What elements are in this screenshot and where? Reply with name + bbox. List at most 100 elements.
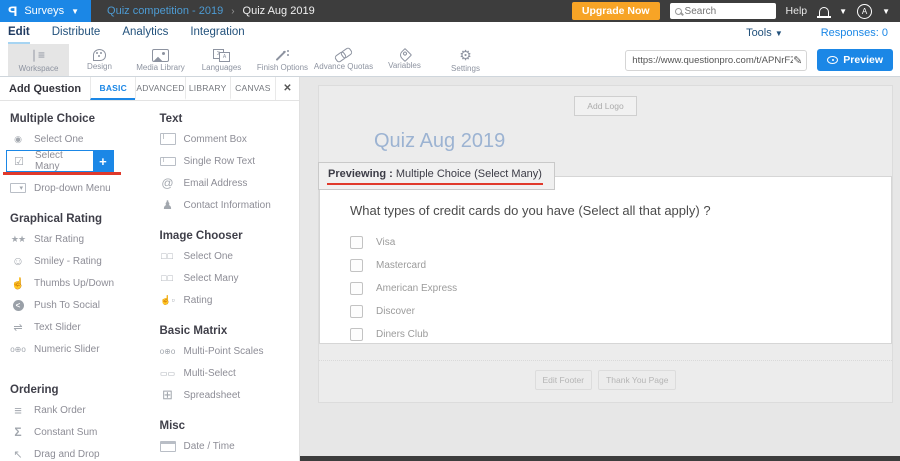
palette-icon: [93, 49, 106, 61]
responses-count[interactable]: Responses: 0: [821, 27, 888, 39]
help-link[interactable]: Help: [786, 5, 808, 17]
person-icon: [160, 198, 176, 212]
answer-option-row: Mastercard: [350, 254, 871, 277]
upgrade-now-button[interactable]: Upgrade Now: [572, 2, 660, 20]
option-label: Diners Club: [376, 329, 428, 340]
links-icon: [335, 49, 352, 61]
panel-tab[interactable]: LIBRARY: [185, 77, 230, 100]
menu-item[interactable]: Edit: [8, 22, 30, 44]
toolbar-item[interactable]: Media Library: [130, 44, 191, 76]
edit-url-pencil-icon[interactable]: ✎: [793, 54, 802, 67]
singlerow-icon: [160, 157, 176, 166]
user-avatar[interactable]: A: [857, 4, 872, 19]
dropdown-icon: [10, 183, 26, 193]
preview-frame-bottom-bar: [300, 456, 900, 461]
preview-button[interactable]: Preview: [817, 49, 893, 71]
workspace-icon: [31, 48, 46, 63]
toolbar-item[interactable]: Workspace: [8, 44, 69, 76]
question-type-item[interactable]: Push To Social: [0, 294, 150, 316]
toolbar-item[interactable]: Finish Options: [252, 44, 313, 76]
search-icon: [675, 8, 682, 15]
panel-tab[interactable]: ADVANCED: [135, 77, 184, 100]
question-type-item[interactable]: Multi-Select: [150, 362, 300, 384]
toolbar-items: Workspace Design Media Library Languages…: [8, 44, 496, 76]
menu-item[interactable]: Distribute: [52, 22, 101, 44]
tools-dropdown[interactable]: Tools ▼: [746, 27, 783, 39]
calendar-icon: [160, 441, 176, 452]
toolbar-item[interactable]: Variables: [374, 44, 435, 76]
question-type-item[interactable]: Captcha: [150, 457, 300, 461]
sigma-icon: [10, 425, 26, 439]
question-type-item[interactable]: Select Many +: [6, 150, 114, 172]
spreadsheet-icon: [160, 388, 176, 402]
question-type-item[interactable]: Date / Time: [150, 435, 300, 457]
add-logo-button[interactable]: Add Logo: [574, 96, 636, 116]
question-types-column-2: Text Comment Box Single Row Text: [150, 103, 300, 461]
question-type-item[interactable]: Smiley - Rating: [0, 250, 150, 272]
question-type-item[interactable]: Drop-down Menu: [0, 177, 150, 199]
breadcrumb-separator-icon: ›: [231, 6, 234, 17]
question-type-item[interactable]: Single Row Text: [150, 150, 300, 172]
checkbox[interactable]: [350, 282, 363, 295]
question-type-item[interactable]: Drag and Drop: [0, 443, 150, 461]
answer-option-row: Discover: [350, 300, 871, 323]
toolbar-item[interactable]: Advance Quotas: [313, 44, 374, 76]
share-icon: [10, 298, 26, 312]
question-type-item[interactable]: Select One: [150, 245, 300, 267]
account-chevron-icon[interactable]: ▼: [882, 7, 890, 16]
panel-tab[interactable]: BASIC: [90, 77, 135, 100]
question-type-item[interactable]: Constant Sum: [0, 421, 150, 443]
menu-item[interactable]: Analytics: [122, 22, 168, 44]
numslider-icon: [10, 342, 26, 356]
radio-icon: [10, 132, 26, 146]
checkbox[interactable]: [350, 236, 363, 249]
questionpro-logo-icon: P: [8, 3, 17, 19]
wand-icon: [275, 49, 290, 62]
question-type-item[interactable]: Select Many: [150, 267, 300, 289]
multiselect-icon: [160, 366, 176, 380]
thank-you-page-button[interactable]: Thank You Page: [598, 370, 676, 390]
checkbox[interactable]: [350, 328, 363, 341]
question-type-item[interactable]: Text Slider: [0, 316, 150, 338]
notifications-chevron-icon[interactable]: ▼: [839, 7, 847, 16]
option-label: American Express: [376, 283, 457, 294]
brand-area[interactable]: P Surveys ▼: [0, 0, 91, 22]
survey-url-input[interactable]: [632, 55, 793, 66]
question-type-item[interactable]: Thumbs Up/Down: [0, 272, 150, 294]
menu-item[interactable]: Integration: [190, 22, 244, 44]
toolbar-item[interactable]: Languages: [191, 44, 252, 76]
imgrating-icon: [160, 293, 176, 307]
tag-icon: [397, 48, 411, 62]
question-type-item[interactable]: Comment Box: [150, 128, 300, 150]
numslider-icon: [160, 344, 176, 358]
section-header: Basic Matrix: [150, 325, 300, 337]
question-type-item[interactable]: Rank Order: [0, 399, 150, 421]
search-input[interactable]: [685, 6, 765, 17]
breadcrumb-parent[interactable]: Quiz competition - 2019: [107, 5, 223, 17]
imgselect-icon: [160, 249, 176, 263]
question-type-item[interactable]: Numeric Slider: [0, 338, 150, 360]
global-search[interactable]: [670, 3, 776, 19]
toolbar-item[interactable]: Settings: [435, 44, 496, 76]
question-type-item[interactable]: Contact Information: [150, 194, 300, 216]
notifications-bell-icon[interactable]: [819, 7, 829, 16]
edit-footer-button[interactable]: Edit Footer: [535, 370, 593, 390]
checkbox[interactable]: [350, 259, 363, 272]
close-icon[interactable]: ✕: [275, 77, 299, 100]
question-text: What types of credit cards do you have (…: [350, 203, 871, 218]
section-header: Misc: [150, 420, 300, 432]
panel-tab[interactable]: CANVAS: [230, 77, 275, 100]
question-type-item[interactable]: Select One: [0, 128, 150, 150]
section-header: Ordering: [0, 384, 150, 396]
question-type-item[interactable]: Multi-Point Scales: [150, 340, 300, 362]
question-types-column-1: Multiple Choice Select One: [0, 103, 150, 461]
add-question-plus-button[interactable]: +: [93, 151, 112, 171]
question-type-item[interactable]: Star Rating: [0, 228, 150, 250]
chevron-down-icon: ▼: [71, 7, 79, 16]
checkbox[interactable]: [350, 305, 363, 318]
option-label: Visa: [376, 237, 395, 248]
question-type-item[interactable]: Spreadsheet: [150, 384, 300, 406]
toolbar-item[interactable]: Design: [69, 44, 130, 76]
question-type-item[interactable]: Email Address: [150, 172, 300, 194]
question-type-item[interactable]: Rating: [150, 289, 300, 311]
